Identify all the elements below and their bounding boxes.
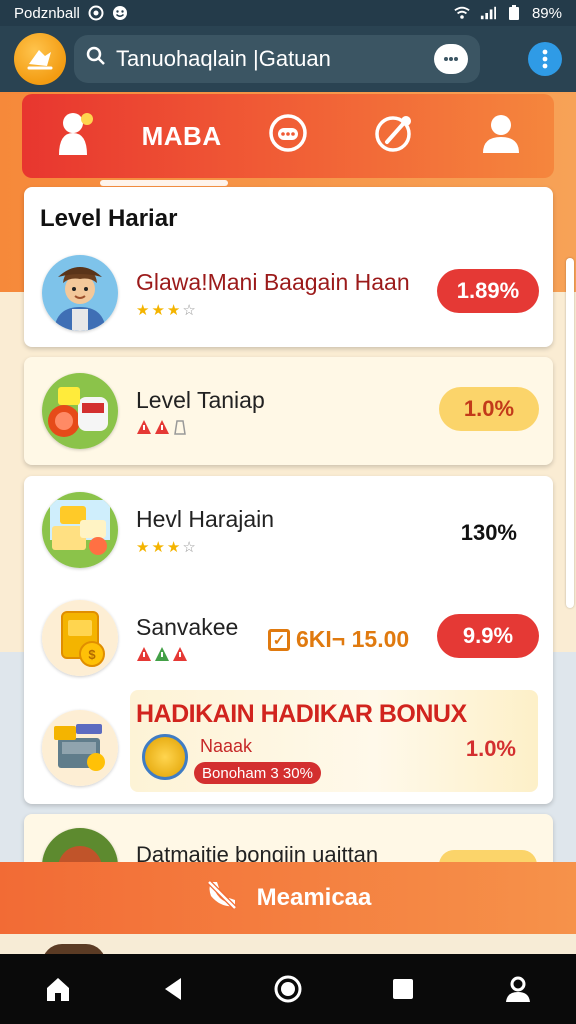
controller-icon — [267, 112, 309, 161]
bonus-avatar — [42, 710, 118, 786]
back-icon[interactable] — [145, 961, 201, 1017]
tab-character[interactable] — [22, 94, 128, 178]
warning-rating — [136, 419, 188, 435]
level-card: Hevl Harajain ★ ★ ★ ☆ 130% $ Sanvakee ✓ 6KI… — [24, 476, 553, 804]
record-icon — [88, 5, 104, 21]
list-item[interactable]: $ Sanvakee ✓ 6KI¬ 15.00 9.9% — [24, 600, 553, 680]
scrollbar[interactable] — [566, 258, 574, 608]
tab-profile[interactable] — [448, 94, 554, 178]
tab-maba-label: MABA — [141, 120, 222, 151]
battery-level: 89% — [531, 4, 562, 22]
action-button-label: Meamicaa — [256, 884, 372, 911]
row-title: Glawa!Mani Baagain Haan — [136, 269, 410, 295]
home-circle-icon[interactable] — [260, 961, 316, 1017]
avatar — [42, 373, 118, 449]
app-logo-icon[interactable] — [14, 33, 66, 85]
bonus-title: HADIKAIN HADIKAR BONUX — [136, 700, 467, 728]
list-item[interactable]: Level Taniap 1.0% — [24, 373, 553, 453]
percent-badge[interactable]: 1.89% — [437, 269, 539, 313]
star-rating: ★ ★ ★ ☆ — [136, 302, 196, 319]
tab-indicator — [100, 180, 228, 186]
row-title: Sanvakee — [136, 614, 239, 640]
system-nav-bar — [0, 954, 576, 1024]
search-input[interactable]: Tanuohaqlain |Gatuan — [116, 46, 434, 72]
character-icon — [53, 109, 97, 164]
avatar — [42, 255, 118, 331]
avatar — [42, 492, 118, 568]
bonus-value: 1.0% — [465, 736, 516, 761]
emoji-icon — [112, 5, 128, 21]
level-card: Level Taniap 1.0% — [24, 357, 553, 465]
action-button[interactable]: Meamicaa — [0, 862, 576, 934]
row-title: Level Taniap — [136, 387, 265, 413]
percent-badge[interactable]: 9.9% — [437, 614, 539, 658]
home-icon[interactable] — [30, 961, 86, 1017]
recents-icon[interactable] — [375, 961, 431, 1017]
coupon[interactable]: ✓ 6KI¬ 15.00 — [268, 626, 409, 653]
list-item[interactable]: Hevl Harajain ★ ★ ★ ☆ 130% — [24, 492, 553, 572]
signal-icon — [480, 5, 496, 21]
section-title: Level Hariar — [40, 205, 178, 232]
coupon-text: 6KI¬ 15.00 — [296, 626, 410, 652]
row-title: Hevl Harajain — [136, 506, 275, 532]
status-bar: Podznball 89% — [0, 0, 576, 26]
bonus-banner[interactable]: HADIKAIN HADIKAR BONUX Naaak 1.0% Bonoha… — [130, 690, 538, 792]
chat-icon[interactable] — [434, 44, 468, 74]
percent-badge[interactable]: 1.0% — [439, 387, 539, 431]
carrier-label: Podznball — [14, 4, 80, 22]
app-bar: Tanuohaqlain |Gatuan — [0, 26, 576, 92]
phone-off-icon — [205, 878, 239, 919]
battery-icon — [506, 5, 522, 21]
account-icon[interactable] — [490, 961, 546, 1017]
tab-bar: MABA — [22, 94, 554, 178]
tab-games[interactable] — [235, 94, 341, 178]
warning-rating — [136, 646, 188, 662]
percent-value: 130% — [460, 520, 517, 545]
bonus-label: Naaak — [200, 736, 253, 756]
check-icon: ✓ — [268, 628, 290, 651]
wifi-icon — [454, 5, 470, 21]
level-card: Level Hariar Glawa!Mani Baagain Haan ★ ★ ★… — [24, 187, 553, 347]
list-item[interactable]: Glawa!Mani Baagain Haan ★ ★ ★ ☆ 1.89% — [24, 255, 553, 335]
more-icon[interactable] — [528, 42, 562, 76]
bonus-badge-icon — [142, 734, 188, 780]
profile-icon — [481, 111, 521, 162]
svg-text:$: $ — [88, 647, 96, 662]
search-bar[interactable]: Tanuohaqlain |Gatuan — [74, 35, 480, 83]
edit-icon — [373, 112, 415, 161]
tab-maba[interactable]: MABA — [128, 94, 234, 178]
tab-edit[interactable] — [341, 94, 447, 178]
star-rating: ★ ★ ★ ☆ — [136, 539, 196, 556]
search-icon — [86, 46, 106, 72]
avatar: $ — [42, 600, 118, 676]
bonus-chip[interactable]: Bonoham 3 30% — [194, 762, 321, 784]
